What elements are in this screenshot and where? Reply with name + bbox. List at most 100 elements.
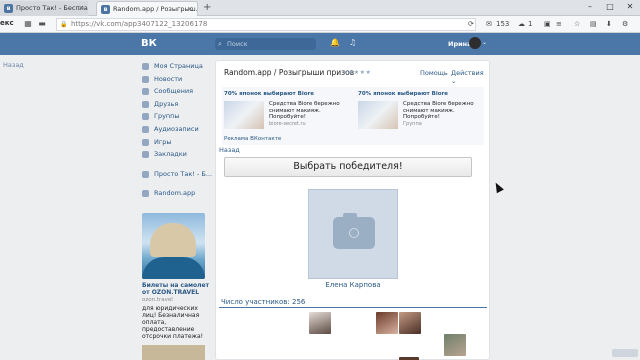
menu-item-label: Аудиозаписи (154, 124, 199, 133)
app-panel: Random.app / Розыгрыши призов ★★★★★ Помо… (215, 60, 490, 360)
ad-text: Средства Biore бережно снимают макияж. П… (403, 101, 474, 121)
menu-item-label: Игры (154, 137, 172, 146)
audio-icon (142, 125, 149, 133)
back-link[interactable]: Назад (219, 146, 240, 154)
menu-item-label: Новости (154, 74, 183, 83)
vk-favicon-icon: в (4, 4, 13, 13)
vk-logo[interactable]: ВК (141, 38, 157, 50)
maximize-button[interactable]: □ (600, 0, 620, 14)
menu-item-news[interactable]: Новости (142, 73, 212, 86)
search-icon: ⌕ (218, 40, 222, 48)
sidebar-ad-image[interactable] (142, 213, 205, 279)
message-icon (142, 88, 149, 96)
browser-tab-bar: в Просто Так! - Бесплатно... × в Random.… (0, 0, 640, 16)
participants-count: Число участников: 256 (221, 298, 306, 306)
menu-item-games[interactable]: Игры (142, 136, 212, 149)
ad-domain: Группа (403, 121, 422, 127)
bell-icon[interactable]: 🔔 (330, 38, 340, 47)
close-tab-icon[interactable]: × (78, 1, 84, 16)
menu-item-label: Просто Так! - Б... (154, 169, 213, 178)
close-window-button[interactable]: ✕ (620, 0, 640, 14)
sidebar-ad-image-2[interactable] (142, 345, 205, 360)
menu-item-random-app[interactable]: Random.app (142, 187, 212, 200)
mail-icon[interactable]: ✉ (486, 19, 492, 30)
user-name[interactable]: Ирина (448, 40, 472, 48)
vk-header: ВК ⌕ Поиск 🔔 ♫ Ирина ⌄ (0, 33, 640, 55)
lock-icon: 🔒 (60, 21, 68, 28)
winner-name[interactable]: Елена Карпова (308, 281, 398, 289)
music-note-icon[interactable]: ♫ (349, 38, 356, 47)
ad-headline[interactable]: 70% японок выбирают Biore (358, 91, 486, 97)
star-icon (142, 151, 149, 159)
winner-photo-placeholder[interactable] (308, 189, 398, 279)
menu-item-label: Группы (154, 112, 180, 121)
tab-prosto-tak[interactable]: в Просто Так! - Бесплатно... × (0, 1, 88, 16)
menu-item-label: Сообщения (154, 87, 194, 96)
tab-random-app[interactable]: в Random.app / Розыгрыш... × (96, 1, 198, 16)
search-placeholder: Поиск (227, 40, 248, 48)
mouse-cursor-icon (492, 180, 504, 194)
close-tab-icon[interactable]: × (187, 2, 193, 16)
chevron-down-icon[interactable]: ⌄ (482, 39, 487, 46)
ad-item[interactable]: 70% японок выбирают Biore Средства Biore… (358, 91, 486, 129)
search-input[interactable]: ⌕ Поиск (215, 38, 316, 50)
menu-item-prosto-tak[interactable]: Просто Так! - Б... (142, 168, 212, 181)
ad-thumbnail[interactable] (224, 101, 264, 129)
clipboard-icon[interactable]: ▤ (590, 19, 597, 30)
menu-item-friends[interactable]: Друзья (142, 98, 212, 111)
sidebar-ad-text: для юридических лиц! Безналичная оплата,… (142, 305, 204, 340)
mail-count: 153 (496, 20, 510, 28)
bookmark-icon[interactable]: ▬ (36, 18, 48, 30)
url-field[interactable]: 🔒 https://vk.com/app3407122_13206178 (56, 18, 476, 31)
new-tab-button[interactable]: + (203, 2, 211, 14)
address-toolbar: екс ▦ ▬ 🔒 https://vk.com/app3407122_1320… (0, 16, 640, 33)
camera-icon (333, 213, 375, 249)
menu-item-label: Моя Страница (154, 62, 203, 70)
star-icon[interactable]: ☆ (574, 19, 580, 30)
menu-icon[interactable]: ≡ (556, 19, 562, 30)
weather-count: 1 (528, 20, 533, 28)
menu-item-label: Random.app (154, 189, 196, 198)
settings-icon[interactable]: ⚙ (622, 19, 628, 30)
sidebar-ad-title[interactable]: Билеты на самолет от OZON.TRAVEL (142, 282, 212, 296)
vk-favicon-icon: в (101, 5, 110, 14)
games-icon (142, 138, 149, 146)
menu-item-label: Друзья (154, 99, 179, 108)
ad-headline[interactable]: 70% японок выбирают Biore (224, 91, 352, 97)
back-link[interactable]: Назад (3, 61, 24, 69)
home-icon (142, 63, 149, 70)
menu-item-audio[interactable]: Аудиозаписи (142, 123, 212, 136)
participant-avatar[interactable] (309, 312, 331, 334)
refresh-icon[interactable]: ⟳ (468, 19, 474, 30)
watermark (612, 349, 638, 357)
participant-avatar[interactable] (399, 312, 421, 334)
participant-avatar[interactable] (376, 312, 398, 334)
weather-icon[interactable]: ☁ (518, 19, 525, 30)
camera-bump (343, 213, 357, 218)
ads-block: 70% японок выбирают Biore Средства Biore… (222, 87, 484, 145)
ad-thumbnail[interactable] (358, 101, 398, 129)
menu-item-groups[interactable]: Группы (142, 110, 212, 123)
menu-item-messages[interactable]: Сообщения (142, 85, 212, 98)
actions-menu[interactable]: Действия ⌄ (451, 69, 489, 85)
ad-text: Средства Biore бережно снимают макияж. П… (269, 101, 340, 121)
download-icon[interactable]: ⬇ (606, 19, 612, 30)
avatar[interactable] (469, 37, 481, 49)
minimize-button[interactable]: – (580, 0, 600, 14)
camera-lens-center (350, 229, 358, 237)
vk-ads-link[interactable]: Реклама ВКонтакте (224, 136, 281, 142)
extension-icon[interactable]: ▣ (544, 19, 551, 30)
menu-item-my-page[interactable]: Моя Страница (142, 60, 212, 73)
ad-illustration-sea (142, 257, 205, 279)
menu-item-bookmarks[interactable]: Закладки (142, 148, 212, 161)
divider (219, 307, 487, 308)
app-icon (142, 170, 149, 178)
participant-avatar[interactable] (444, 334, 466, 356)
sidebar-ad-domain: ozon.travel (142, 297, 173, 303)
ad-illustration-city (150, 223, 196, 257)
help-link[interactable]: Помощь (420, 69, 448, 77)
ad-item[interactable]: 70% японок выбирают Biore Средства Biore… (224, 91, 352, 129)
choose-winner-button[interactable]: Выбрать победителя! (224, 157, 472, 177)
left-menu: Моя Страница Новости Сообщения Друзья Гр… (142, 60, 212, 200)
grid-icon[interactable]: ▦ (22, 18, 34, 30)
